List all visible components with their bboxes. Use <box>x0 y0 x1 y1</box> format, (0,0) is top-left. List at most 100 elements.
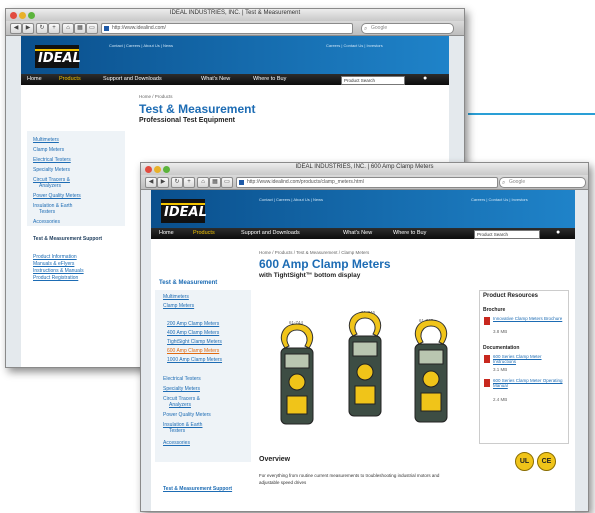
brochure-size: 3.8 MB <box>493 329 508 334</box>
sidebar-link-testers[interactable]: Testers <box>39 209 55 215</box>
home-button[interactable]: ⌂ <box>197 177 209 188</box>
bookmarks-button[interactable]: ▦ <box>74 23 86 34</box>
support-title: Test & Measurement Support <box>33 236 103 242</box>
nav-support[interactable]: Support and Downloads <box>103 76 162 82</box>
sidebar-link-specialty-meters[interactable]: Specialty Meters <box>33 167 70 173</box>
sidebar-sub-1000-amp[interactable]: 1000 Amp Clamp Meters <box>167 357 222 363</box>
sidebar-link-clamp-meters[interactable]: Clamp Meters <box>163 303 194 309</box>
window-title: IDEAL INDUSTRIES, INC. | Test & Measurem… <box>169 10 301 16</box>
clamp-meter-graphic <box>280 311 448 425</box>
add-bookmark-button[interactable]: + <box>48 23 60 34</box>
ul-certification-badge: UL <box>515 452 534 471</box>
site-header: IDEAL Contact | Careers | About Us | New… <box>151 190 575 228</box>
sidebar-link-power-quality[interactable]: Power Quality Meters <box>33 193 81 199</box>
overview-text: For everything from routine current meas… <box>259 473 440 485</box>
add-bookmark-button[interactable]: + <box>183 177 195 188</box>
front-browser-window: IDEAL INDUSTRIES, INC. | 600 Amp Clamp M… <box>140 162 589 512</box>
search-field[interactable]: ⌕ Google <box>499 177 586 188</box>
nav-whats-new[interactable]: What's New <box>343 230 372 236</box>
product-resources-panel: Product Resources Brochure Innovative Cl… <box>479 290 569 444</box>
reload-button[interactable]: ↻ <box>36 23 48 34</box>
support-title[interactable]: Test & Measurement Support <box>163 486 237 492</box>
header-top-links[interactable]: Contact | Careers | About Us | News <box>109 43 173 48</box>
nav-where-to-buy[interactable]: Where to Buy <box>393 230 426 236</box>
sidebar-link-multimeters[interactable]: Multimeters <box>163 294 189 300</box>
nav-where-to-buy[interactable]: Where to Buy <box>253 76 286 82</box>
sidebar-link-clamp-meters[interactable]: Clamp Meters <box>33 147 64 153</box>
print-button[interactable]: ▭ <box>86 23 98 34</box>
clamp-meters-image: 61-744 61-746 61-747 <box>261 298 471 436</box>
back-button[interactable]: ◀ <box>10 23 22 34</box>
address-bar[interactable]: http://www.idealind.com/products/clamp_m… <box>236 177 498 188</box>
sidebar-sub-600-amp[interactable]: 600 Amp Clamp Meters <box>167 348 219 354</box>
header-top-links[interactable]: Contact | Careers | About Us | News <box>259 197 323 202</box>
back-button[interactable]: ◀ <box>145 177 157 188</box>
forward-button[interactable]: ▶ <box>22 23 34 34</box>
nav-home[interactable]: Home <box>27 76 42 82</box>
header-right-links[interactable]: Careers | Contact Us | Investors <box>326 43 383 48</box>
nav-search-input[interactable]: Product Search <box>474 230 540 239</box>
home-button[interactable]: ⌂ <box>62 23 74 34</box>
nav-products[interactable]: Products <box>193 230 215 236</box>
sidebar-link-analyzers[interactable]: Analyzers <box>39 183 61 189</box>
reload-button[interactable]: ↻ <box>171 177 183 188</box>
ideal-logo: IDEAL <box>161 199 207 223</box>
ce-certification-badge: CE <box>537 452 556 471</box>
nav-whats-new[interactable]: What's New <box>201 76 230 82</box>
page-subtitle: Professional Test Equipment <box>139 117 235 124</box>
instructions-link[interactable]: 600 Series Clamp Meter Instructions <box>493 354 563 364</box>
sidebar-sub-200-amp[interactable]: 200 Amp Clamp Meters <box>167 321 219 327</box>
manual-link[interactable]: 600 Series Clamp Meter Operating Manual <box>493 378 563 388</box>
search-placeholder: Google <box>371 25 388 31</box>
support-link-manuals[interactable]: Manuals & eFlyers <box>33 261 74 267</box>
sidebar: Multimeters Clamp Meters 200 Amp Clamp M… <box>155 290 251 462</box>
sidebar-link-analyzers[interactable]: Analyzers <box>169 402 191 408</box>
nav-search-input[interactable]: Product Search <box>341 76 405 85</box>
teal-accent-line <box>468 113 595 115</box>
address-bar[interactable]: http://www.idealind.com/ <box>101 23 353 34</box>
nav-home[interactable]: Home <box>159 230 174 236</box>
site-favicon-icon <box>104 26 109 31</box>
sidebar-link-specialty-meters[interactable]: Specialty Meters <box>163 386 200 392</box>
window-title: IDEAL INDUSTRIES, INC. | 600 Amp Clamp M… <box>295 164 434 170</box>
nav-search-go-button[interactable]: ● <box>423 75 427 82</box>
pdf-icon <box>484 379 490 387</box>
site-content: IDEAL Contact | Careers | About Us | New… <box>151 190 575 511</box>
sidebar-link-electrical-testers[interactable]: Electrical Testers <box>163 376 201 382</box>
brand-text: IDEAL <box>38 51 81 66</box>
header-right-links[interactable]: Careers | Contact Us | Investors <box>471 197 528 202</box>
resources-title: Product Resources <box>483 293 539 299</box>
brochure-link[interactable]: Innovative Clamp Meters Brochure <box>493 316 563 321</box>
sidebar-link-electrical-testers[interactable]: Electrical Testers <box>33 157 71 163</box>
sidebar-link-testers[interactable]: Testers <box>169 428 185 434</box>
instructions-size: 3.1 MB <box>493 367 508 372</box>
brochure-heading: Brochure <box>483 307 506 313</box>
nav-support[interactable]: Support and Downloads <box>241 230 300 236</box>
main-nav: Home Products Support and Downloads What… <box>151 228 575 239</box>
search-placeholder: Google <box>509 179 526 185</box>
support-link-instructions[interactable]: Instructions & Manuals <box>33 268 84 274</box>
page-subtitle: with TightSight™ bottom display <box>259 272 361 279</box>
search-field[interactable]: ⌕ Google <box>361 23 454 34</box>
sidebar-link-accessories[interactable]: Accessories <box>33 219 60 225</box>
forward-button[interactable]: ▶ <box>157 177 169 188</box>
browser-toolbar: ◀ ▶ ↻ + ⌂ ▦ ▭ http://www.idealind.com/pr… <box>141 175 588 190</box>
breadcrumb[interactable]: Home / Products <box>139 94 173 99</box>
documentation-heading: Documentation <box>483 345 520 351</box>
sidebar-sub-400-amp[interactable]: 400 Amp Clamp Meters <box>167 330 219 336</box>
breadcrumb[interactable]: Home / Products / Test & Measurement / C… <box>259 250 369 255</box>
bookmarks-button[interactable]: ▦ <box>209 177 221 188</box>
sidebar-link-power-quality[interactable]: Power Quality Meters <box>163 412 211 418</box>
nav-search-go-button[interactable]: ● <box>556 229 560 236</box>
sidebar-link-accessories[interactable]: Accessories <box>163 440 190 446</box>
sidebar-sub-tightsight[interactable]: TightSight Clamp Meters <box>167 339 222 345</box>
page-viewport: IDEAL Contact | Careers | About Us | New… <box>141 190 588 511</box>
manual-size: 2.4 MB <box>493 397 508 402</box>
sidebar-link-multimeters[interactable]: Multimeters <box>33 137 59 143</box>
nav-products[interactable]: Products <box>59 76 81 82</box>
print-button[interactable]: ▭ <box>221 177 233 188</box>
support-link-product-info[interactable]: Product Information <box>33 254 77 260</box>
support-link-registration[interactable]: Product Registration <box>33 275 78 281</box>
pdf-icon <box>484 355 490 363</box>
browser-toolbar: ◀ ▶ ↻ + ⌂ ▦ ▭ http://www.idealind.com/ ⌕… <box>6 21 464 36</box>
